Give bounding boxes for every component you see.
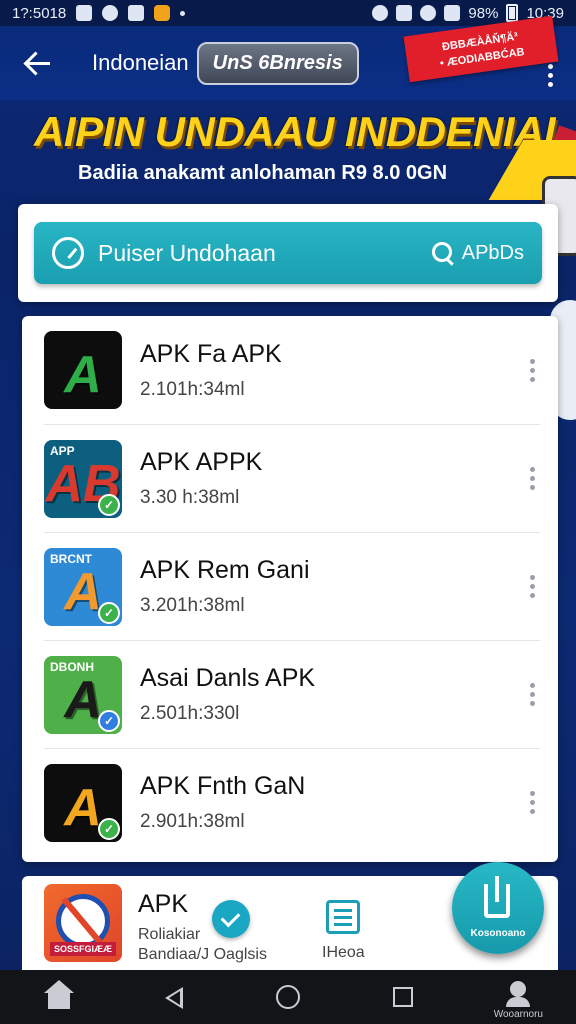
more-options-icon[interactable] [530,358,536,382]
list-icon[interactable] [326,900,360,934]
list-item[interactable]: BRCNT A ✓ APK Rem Gani 3.201h:38ml [44,532,540,640]
messenger-icon [102,5,119,21]
back-triangle-icon [164,987,183,1009]
app-icon: A✓ [44,331,122,409]
home-icon [43,980,74,1009]
banner-subline: Badiia anakamt anlohaman R9 8.0 0GN [78,162,448,184]
wifi-icon [420,5,437,21]
more-options-icon[interactable] [530,467,536,490]
nav-profile[interactable]: Wooarnoru [494,977,543,1020]
banner-headline: AIPIN UNDAAU INDDENIAI [34,108,556,155]
battery-icon [506,4,519,22]
app-meta: 2.901h:38ml [140,811,245,832]
nav-home[interactable] [38,977,78,1017]
search-bar[interactable]: APbDs [34,222,542,284]
app-meta: 3.30 h:38ml [140,487,240,508]
app-notification-icon [154,5,171,21]
person-icon [506,981,531,1007]
nav-recents[interactable] [383,977,423,1017]
app-subtitle: Roliakiar [138,926,201,943]
app-name: APK Fa APK [140,339,282,368]
battery-percent: 98% [468,4,499,22]
more-options-icon[interactable] [530,791,536,814]
app-icon: DBONH A ✓ [44,655,122,734]
app-subtitle-2: Bandiaa/J Oaglsis [138,946,267,963]
app-meta: 3.201h:38ml [140,595,245,616]
app-name: APK APPK [140,448,263,476]
nav-back[interactable] [153,977,193,1017]
app-name: APK Rem Gani [140,556,310,584]
list-label: IHeoa [322,944,365,961]
more-options-icon[interactable] [530,683,536,706]
status-bar: 1?:5018 98% 10:39 [0,0,576,26]
app-icon: A✓ [44,763,122,842]
badge-icon: ✓ [98,709,120,732]
more-notifications-icon [180,10,186,16]
badge-icon: ✓ [98,601,120,624]
app-meta: 2.101h:34ml [140,378,245,400]
app-list: A✓APK Fa APK2.101h:34mlAPPAB✓APK APPK3.3… [22,316,558,862]
email-icon [128,5,145,21]
badge-icon: ✓ [98,493,120,516]
nav-profile-label: Wooarnoru [493,1009,543,1020]
image-icon [76,5,93,21]
nfc-icon [396,5,413,21]
square-icon [393,987,414,1007]
app-screen: 1?:5018 98% 10:39 Indoneian UnS 6Bnresis… [0,0,576,1024]
list-item[interactable]: A ✓ APK Fnth GaN 2.901h:38ml [44,748,540,856]
list-item[interactable]: APP AB ✓ APK APPK 3.30 h:38ml [44,424,540,532]
app-icon: SOSSFGIÆÆ [44,884,122,962]
speedometer-icon [52,237,84,269]
app-title-pill[interactable]: UnS 6Bnresis [196,41,359,85]
search-input[interactable] [98,239,432,267]
fab-label: Kosonoano [470,928,526,939]
app-icon-label: SOSSFGIÆÆ [50,942,116,956]
search-button-label[interactable]: APbDs [462,242,524,265]
search-icon[interactable] [431,242,454,264]
alarm-icon [372,5,389,21]
app-title: Indoneian [92,50,189,75]
app-name: Asai Danls APK [140,664,316,692]
search-card: APbDs [18,204,558,302]
system-nav-bar: Wooarnoru [0,970,576,1024]
app-icon: BRCNT A ✓ [44,547,122,626]
app-meta: 2.501h:330l [140,703,240,724]
app-icon: APP AB ✓ [44,439,122,518]
badge-icon: ✓ [98,817,120,840]
status-time-left: 1?:5018 [12,4,67,22]
list-item[interactable]: DBONH A ✓ Asai Danls APK 2.501h:330l [44,640,540,748]
app-name: APK Fnth GaN [140,772,306,800]
app-name: APK [138,890,189,918]
list-item[interactable]: A✓ APK Fa APK 2.101h:34ml [44,316,540,424]
overflow-menu-icon[interactable] [548,63,554,87]
circle-icon [275,985,300,1009]
promo-banner: AIPIN UNDAAU INDDENIAI Badiia anakamt an… [0,100,576,210]
download-icon [484,876,510,918]
nav-home-circle[interactable] [268,977,308,1017]
back-arrow-icon[interactable] [22,46,56,80]
app-icon-glyph: A [64,346,102,404]
signal-icon [444,5,461,21]
check-icon[interactable] [212,900,250,938]
more-options-icon[interactable] [530,575,536,598]
download-fab[interactable]: Kosonoano [452,862,544,954]
